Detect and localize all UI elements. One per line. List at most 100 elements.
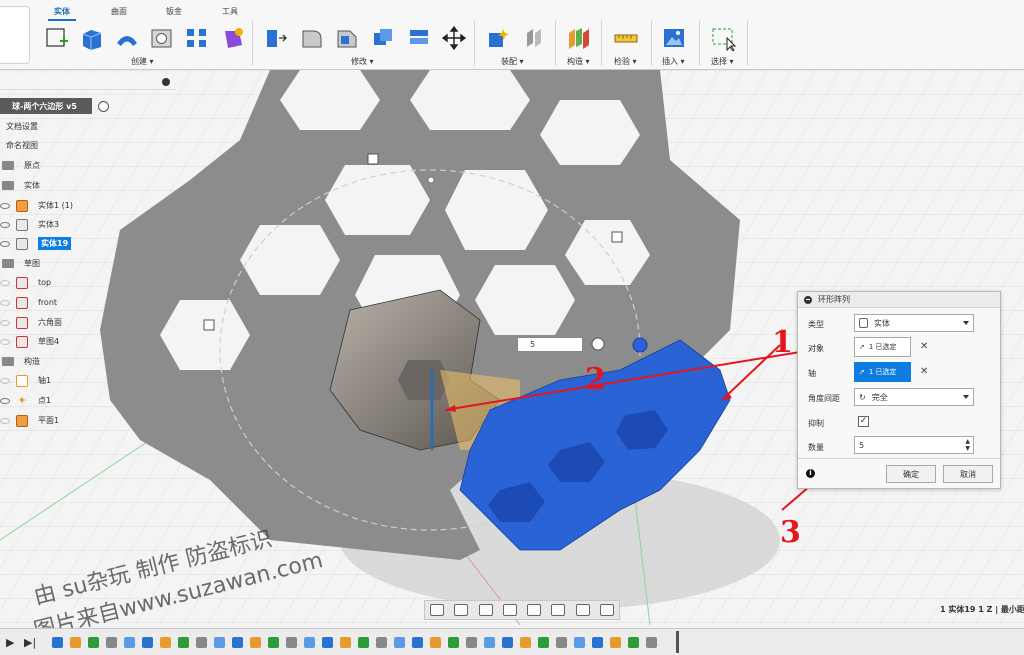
timeline-feature-icon[interactable] <box>106 637 117 648</box>
timeline-feature-icon[interactable] <box>178 637 189 648</box>
tree-item-document-settings[interactable]: 文档设置 <box>6 118 38 135</box>
create-form-icon[interactable] <box>218 24 246 52</box>
measure-icon[interactable] <box>612 24 640 52</box>
timeline-feature-icon[interactable] <box>610 637 621 648</box>
tree-item-axis1[interactable]: 轴1 <box>0 372 51 389</box>
timeline-feature-icon[interactable] <box>358 637 369 648</box>
visibility-eye-icon[interactable] <box>0 221 10 228</box>
insert-image-icon[interactable] <box>660 24 688 52</box>
timeline-feature-icon[interactable] <box>574 637 585 648</box>
construct-group-label[interactable]: 构造 ▾ <box>567 56 590 67</box>
timeline-feature-icon[interactable] <box>376 637 387 648</box>
step-end-icon[interactable]: ▶| <box>24 636 36 649</box>
timeline-marker[interactable] <box>676 631 679 653</box>
timeline-feature-icon[interactable] <box>268 637 279 648</box>
timeline-feature-icon[interactable] <box>646 637 657 648</box>
face-checkbox[interactable] <box>203 319 215 331</box>
tree-item-sketches[interactable]: 草图 <box>2 255 40 272</box>
insert-group-label[interactable]: 插入 ▾ <box>662 56 685 67</box>
tab-sheet-metal[interactable]: 钣金 <box>166 6 182 17</box>
tab-surface[interactable]: 曲面 <box>111 6 127 17</box>
inspect-group-label[interactable]: 检验 ▾ <box>614 56 637 67</box>
timeline-feature-icon[interactable] <box>502 637 513 648</box>
timeline-feature-icon[interactable] <box>628 637 639 648</box>
press-pull-icon[interactable] <box>262 24 290 52</box>
cancel-button[interactable]: 取消 <box>943 465 993 483</box>
face-checkbox[interactable] <box>367 153 379 165</box>
tree-item-point1[interactable]: ✦ 点1 <box>0 392 51 409</box>
document-title[interactable]: 球-两个六边形 v5 <box>0 98 92 114</box>
timeline-feature-icon[interactable] <box>214 637 225 648</box>
timeline-feature-icon[interactable] <box>394 637 405 648</box>
timeline-feature-icon[interactable] <box>520 637 531 648</box>
suppress-checkbox[interactable]: ✓ <box>858 416 869 427</box>
ok-button[interactable]: 确定 <box>886 465 936 483</box>
combine-icon[interactable] <box>405 24 433 52</box>
clear-objects-icon[interactable]: ✕ <box>920 341 928 352</box>
timeline-feature-icon[interactable] <box>430 637 441 648</box>
inline-count-input[interactable]: 5 <box>517 337 583 352</box>
timeline-feature-icon[interactable] <box>232 637 243 648</box>
timeline-feature-icon[interactable] <box>412 637 423 648</box>
zoom-icon[interactable] <box>502 604 517 616</box>
angular-spacing-select[interactable]: ↻ 完全 <box>854 388 974 406</box>
new-sketch-icon[interactable] <box>43 24 71 52</box>
construct-plane-icon[interactable] <box>564 24 592 52</box>
timeline-feature-icon[interactable] <box>322 637 333 648</box>
visibility-eye-icon[interactable] <box>0 279 10 286</box>
tree-item-body19[interactable]: 实体19 <box>0 235 72 252</box>
timeline-feature-icon[interactable] <box>556 637 567 648</box>
tree-item-sketch-hexface[interactable]: 六角面 <box>0 314 62 331</box>
visibility-eye-icon[interactable] <box>0 338 10 345</box>
timeline-feature-icon[interactable] <box>484 637 495 648</box>
fillet-icon[interactable] <box>298 24 326 52</box>
chamfer-icon[interactable] <box>333 24 361 52</box>
timeline-feature-icon[interactable] <box>142 637 153 648</box>
joint-icon[interactable] <box>520 24 548 52</box>
collapse-dialog-icon[interactable] <box>804 295 812 304</box>
visibility-eye-icon[interactable] <box>0 377 10 384</box>
assemble-group-label[interactable]: 装配 ▾ <box>501 56 524 67</box>
visibility-eye-icon[interactable] <box>0 240 10 247</box>
rotate-handle-icon[interactable] <box>591 337 605 351</box>
timeline-feature-icon[interactable] <box>286 637 297 648</box>
tree-item-origin[interactable]: 原点 <box>2 157 40 174</box>
tree-item-named-views[interactable]: 命名视图 <box>6 137 38 154</box>
visibility-eye-icon[interactable] <box>0 319 10 326</box>
pan-hand-icon[interactable] <box>478 604 493 616</box>
timeline-feature-icon[interactable] <box>340 637 351 648</box>
activate-component-icon[interactable] <box>98 101 109 112</box>
grid-settings-icon[interactable] <box>575 604 590 616</box>
orbit-icon[interactable] <box>430 604 445 616</box>
tree-item-sketch-top[interactable]: top <box>0 274 51 291</box>
pattern-manipulator[interactable] <box>632 337 648 353</box>
zoom-window-icon[interactable] <box>527 604 542 616</box>
info-icon[interactable]: i <box>806 469 815 478</box>
tree-item-bodies[interactable]: 实体 <box>2 177 40 194</box>
data-panel-button[interactable] <box>0 6 30 64</box>
timeline-feature-icon[interactable] <box>88 637 99 648</box>
type-select[interactable]: 实体 <box>854 314 974 332</box>
visibility-eye-icon[interactable] <box>0 397 10 404</box>
shell-icon[interactable] <box>369 24 397 52</box>
timeline-feature-icon[interactable] <box>304 637 315 648</box>
clear-axis-icon[interactable]: ✕ <box>920 366 928 377</box>
tree-item-sketch-front[interactable]: front <box>0 294 57 311</box>
display-settings-icon[interactable] <box>551 604 566 616</box>
timeline-feature-icon[interactable] <box>196 637 207 648</box>
tree-item-construction[interactable]: 构造 <box>2 353 40 370</box>
timeline-feature-icon[interactable] <box>70 637 81 648</box>
manipulator-point[interactable] <box>427 176 435 184</box>
select-icon[interactable] <box>709 24 737 52</box>
visibility-eye-icon[interactable] <box>0 299 10 306</box>
tab-tools[interactable]: 工具 <box>222 6 238 17</box>
tree-item-sketch4[interactable]: 草图4 <box>0 333 59 350</box>
visibility-eye-icon[interactable] <box>0 202 10 209</box>
tab-solid[interactable]: 实体 <box>48 6 76 21</box>
tree-item-body3[interactable]: 实体3 <box>0 216 59 233</box>
timeline-feature-icon[interactable] <box>250 637 261 648</box>
extrude-icon[interactable] <box>78 24 106 52</box>
quantity-stepper[interactable]: 5 ▲ ▼ <box>854 436 974 454</box>
select-group-label[interactable]: 选择 ▾ <box>711 56 734 67</box>
face-checkbox[interactable] <box>611 231 623 243</box>
